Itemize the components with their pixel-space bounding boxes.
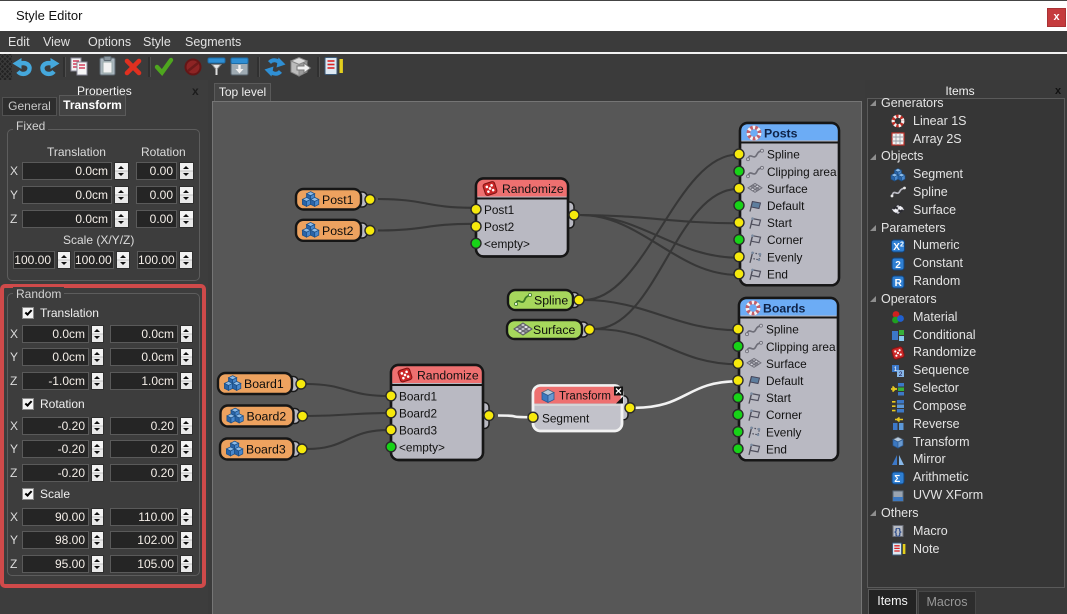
svg-text:Boards: Boards xyxy=(763,302,806,316)
svg-text:Board1: Board1 xyxy=(399,389,437,403)
svg-text:Board1: Board1 xyxy=(244,377,284,391)
svg-text:Clipping area: Clipping area xyxy=(766,340,836,354)
svg-text:Clipping area: Clipping area xyxy=(767,165,837,179)
svg-text:Surface: Surface xyxy=(767,182,808,196)
svg-text:Surface: Surface xyxy=(533,323,576,337)
svg-text:2: 2 xyxy=(899,371,903,378)
svg-text:<empty>: <empty> xyxy=(484,237,530,251)
svg-text:Post2: Post2 xyxy=(484,220,514,234)
svg-text:Post1: Post1 xyxy=(322,193,354,207)
svg-text:Corner: Corner xyxy=(766,408,802,422)
svg-text:Board2: Board2 xyxy=(247,410,287,424)
svg-text:Default: Default xyxy=(766,374,804,388)
svg-text:Post1: Post1 xyxy=(484,203,514,217)
svg-text:Randomize: Randomize xyxy=(502,182,564,196)
svg-text:Post2: Post2 xyxy=(322,224,354,238)
svg-text:Spline: Spline xyxy=(767,148,800,162)
svg-text:Spline: Spline xyxy=(766,323,799,337)
svg-text:Spline: Spline xyxy=(534,294,568,308)
svg-text:Transform: Transform xyxy=(559,391,611,403)
svg-text:Board2: Board2 xyxy=(399,406,437,420)
svg-text:2: 2 xyxy=(895,260,901,271)
svg-text:Evenly: Evenly xyxy=(767,250,803,264)
svg-text:Start: Start xyxy=(767,216,793,230)
svg-text:Surface: Surface xyxy=(766,357,807,371)
svg-text:Segment: Segment xyxy=(542,412,590,426)
svg-text:<empty>: <empty> xyxy=(399,440,445,454)
svg-text:End: End xyxy=(766,442,787,456)
svg-text:Board3: Board3 xyxy=(246,443,286,457)
svg-text:R: R xyxy=(895,278,903,289)
svg-text:2: 2 xyxy=(900,241,904,248)
svg-text:Corner: Corner xyxy=(767,233,803,247)
svg-text:Posts: Posts xyxy=(764,127,798,141)
svg-text:{}: {} xyxy=(894,527,902,538)
svg-text:Default: Default xyxy=(767,199,805,213)
svg-text:Evenly: Evenly xyxy=(766,425,802,439)
svg-text:Start: Start xyxy=(766,391,792,405)
svg-text:Σ: Σ xyxy=(894,474,900,485)
svg-text:Board3: Board3 xyxy=(399,423,437,437)
svg-text:End: End xyxy=(767,267,788,281)
svg-text:Randomize: Randomize xyxy=(417,369,479,383)
